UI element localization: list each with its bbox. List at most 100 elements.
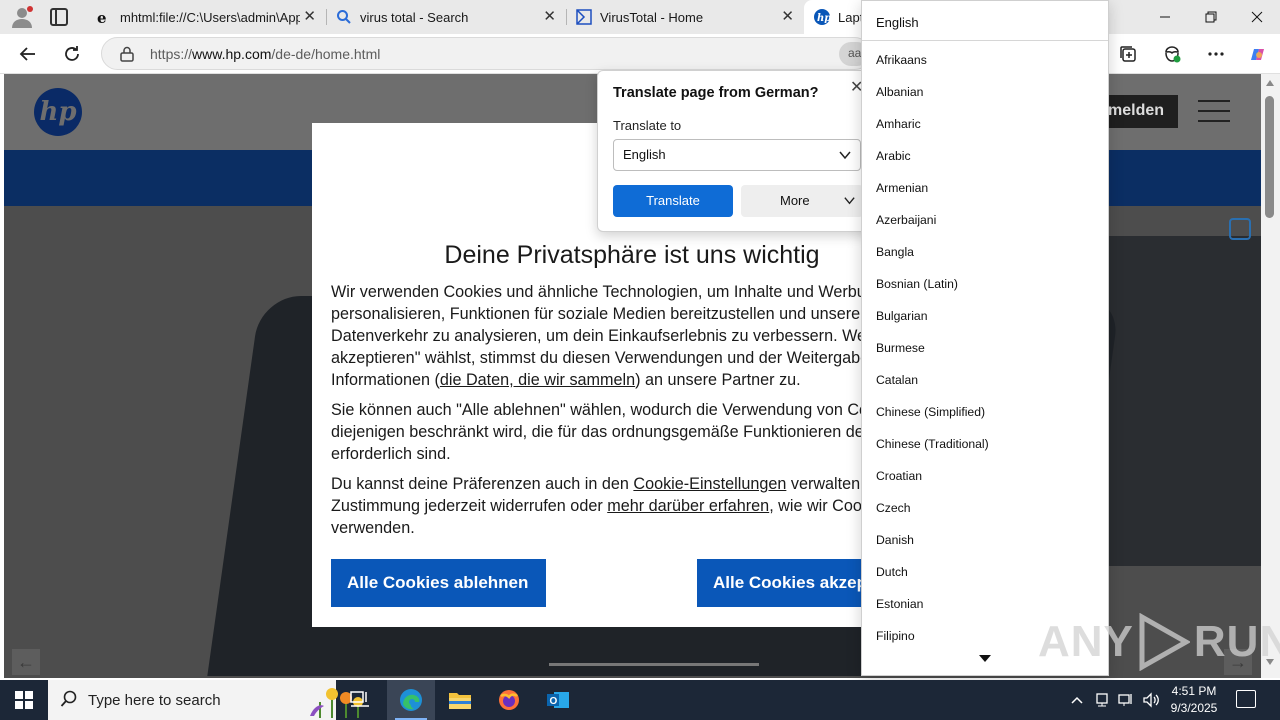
file-explorer-icon[interactable] — [436, 680, 484, 720]
cookie-text: Wir verwenden Cookies und ähnliche Techn… — [331, 283, 872, 301]
outlook-icon[interactable]: O — [534, 680, 582, 720]
cookie-text: Du kannst deine Präferenzen auch in den … — [331, 473, 872, 495]
carousel-track[interactable] — [549, 663, 759, 666]
tab-virustotal-home[interactable]: VirusTotal - Home ✕ — [566, 0, 804, 34]
language-option[interactable]: Chinese (Traditional) — [862, 427, 1108, 459]
accept-all-cookies-button[interactable]: Alle Cookies akzeptieren — [697, 559, 872, 607]
cookie-settings-link[interactable]: Cookie-Einstellungen — [633, 475, 786, 493]
language-option[interactable]: Czech — [862, 491, 1108, 523]
cookie-text-part: Informationen ( — [331, 371, 440, 389]
show-hidden-icons-chevron-icon[interactable] — [1070, 680, 1084, 720]
tab-virus-total-search[interactable]: virus total - Search ✕ — [326, 0, 566, 34]
language-option[interactable]: Bulgarian — [862, 299, 1108, 331]
minimize-icon[interactable] — [1142, 0, 1188, 34]
cookie-text: verwenden. — [331, 519, 415, 537]
taskbar-search-box[interactable]: Type here to search — [48, 680, 363, 720]
browser-essentials-icon[interactable] — [1162, 44, 1182, 64]
language-option[interactable]: Croatian — [862, 459, 1108, 491]
network-icon[interactable] — [1118, 680, 1136, 720]
collections-icon[interactable] — [1118, 44, 1138, 64]
target-language-select[interactable]: English — [613, 139, 861, 171]
language-option[interactable]: Azerbaijani — [862, 203, 1108, 235]
cookie-text: Sie können auch "Alle ablehnen" wählen, … — [331, 401, 872, 419]
language-option[interactable]: Armenian — [862, 171, 1108, 203]
refresh-icon[interactable] — [60, 42, 84, 66]
reject-all-cookies-button[interactable]: Alle Cookies ablehnen — [331, 559, 546, 607]
language-dropdown-list[interactable]: English Afrikaans Albanian Amharic Arabic Ar… — [861, 0, 1109, 676]
cookie-text: akzeptieren" wählst, stimmst du diesen V… — [331, 349, 870, 367]
cookie-text: personalisieren, Funktionen für soziale … — [331, 305, 866, 323]
windows-taskbar: Type here to search O 4:51 PM 9/3/2025 — [0, 680, 1280, 720]
translate-popup: ✕ Translate page from German? Translate … — [597, 70, 873, 232]
language-option[interactable]: Chinese (Simplified) — [862, 395, 1108, 427]
chevron-down-icon — [839, 151, 851, 160]
watermark-text-left: ANY — [1038, 617, 1134, 666]
close-tab-icon[interactable]: ✕ — [543, 9, 556, 25]
notifications-icon[interactable] — [1236, 690, 1256, 708]
hamburger-menu-icon[interactable] — [1198, 100, 1230, 122]
clock-time: 4:51 PM — [1171, 684, 1217, 698]
copilot-icon[interactable] — [1247, 44, 1267, 64]
back-arrow-icon[interactable] — [16, 42, 40, 66]
page-scrollbar[interactable] — [1261, 74, 1280, 678]
cookie-text: Informationen (die Daten, die wir sammel… — [331, 369, 872, 391]
language-option[interactable]: Burmese — [862, 331, 1108, 363]
language-option[interactable]: Dutch — [862, 555, 1108, 587]
selected-language: English — [623, 147, 666, 162]
svg-text:hp: hp — [817, 13, 830, 24]
search-icon — [60, 690, 77, 707]
system-clock[interactable]: 4:51 PM 9/3/2025 — [1160, 683, 1228, 717]
tab-title: Lapt — [838, 9, 864, 25]
tab-title: virus total - Search — [360, 9, 469, 25]
language-option[interactable]: Afrikaans — [862, 43, 1108, 75]
language-option[interactable]: Arabic — [862, 139, 1108, 171]
learn-more-link[interactable]: mehr darüber erfahren — [607, 497, 769, 515]
start-button[interactable] — [0, 680, 48, 720]
scroll-down-arrow-icon[interactable] — [979, 655, 991, 662]
svg-text:O: O — [550, 696, 558, 707]
language-option[interactable]: Danish — [862, 523, 1108, 555]
url-text[interactable]: https://www.hp.com/de-de/home.html — [150, 46, 380, 62]
close-window-icon[interactable] — [1234, 0, 1280, 34]
close-tab-icon[interactable]: ✕ — [303, 9, 316, 25]
volume-icon[interactable] — [1142, 680, 1160, 720]
firefox-icon[interactable] — [485, 680, 533, 720]
cookie-text: erforderlich sind. — [331, 445, 451, 463]
watermark-text-right: RUN — [1193, 617, 1280, 666]
language-option[interactable]: Albanian — [862, 75, 1108, 107]
data-we-collect-link[interactable]: die Daten, die wir sammeln — [440, 371, 635, 389]
language-option[interactable]: Amharic — [862, 107, 1108, 139]
close-tab-icon[interactable]: ✕ — [781, 9, 794, 25]
profile-icon[interactable] — [10, 5, 34, 29]
task-view-icon[interactable] — [336, 680, 384, 720]
edge-taskbar-icon[interactable] — [387, 680, 435, 720]
translate-button[interactable]: Translate — [613, 185, 733, 217]
language-option-selected[interactable]: English — [862, 1, 1108, 41]
tab-actions-icon[interactable] — [50, 8, 68, 26]
carousel-prev-icon[interactable]: ← — [12, 649, 40, 675]
restore-icon[interactable] — [1188, 0, 1234, 34]
language-options: Afrikaans Albanian Amharic Arabic Armenian Az… — [862, 43, 1108, 651]
cookie-text-part: ) an unsere Partner zu. — [635, 371, 801, 389]
virustotal-icon — [576, 9, 592, 25]
lock-icon[interactable] — [120, 46, 134, 62]
visual-search-icon[interactable] — [1229, 218, 1251, 240]
url-domain: www.hp.com — [192, 46, 272, 62]
hp-logo[interactable]: hp — [34, 88, 82, 136]
more-label: More — [780, 193, 810, 208]
address-bar[interactable]: https://www.hp.com/de-de/home.html aa — [101, 37, 871, 70]
anyrun-watermark: ANY RUN — [1038, 612, 1280, 672]
language-option[interactable]: Bosnian (Latin) — [862, 267, 1108, 299]
tab-mhtml[interactable]: e mhtml:file://C:\Users\admin\AppD ✕ — [86, 0, 326, 34]
language-option[interactable]: Catalan — [862, 363, 1108, 395]
cookie-text-part: verwalten, d — [786, 475, 872, 493]
cookie-title: Deine Privatsphäre ist uns wichtig — [444, 241, 820, 269]
network-device-icon[interactable] — [1094, 680, 1110, 720]
scroll-up-icon[interactable] — [1266, 80, 1274, 86]
language-option[interactable]: Bangla — [862, 235, 1108, 267]
cookie-text: diejenigen beschränkt wird, die für das … — [331, 423, 870, 441]
more-options-icon[interactable] — [1206, 44, 1226, 64]
cookie-text-part: , wie wir Cook — [769, 497, 870, 515]
scrollbar-thumb[interactable] — [1265, 96, 1274, 218]
more-button[interactable]: More — [741, 185, 863, 217]
